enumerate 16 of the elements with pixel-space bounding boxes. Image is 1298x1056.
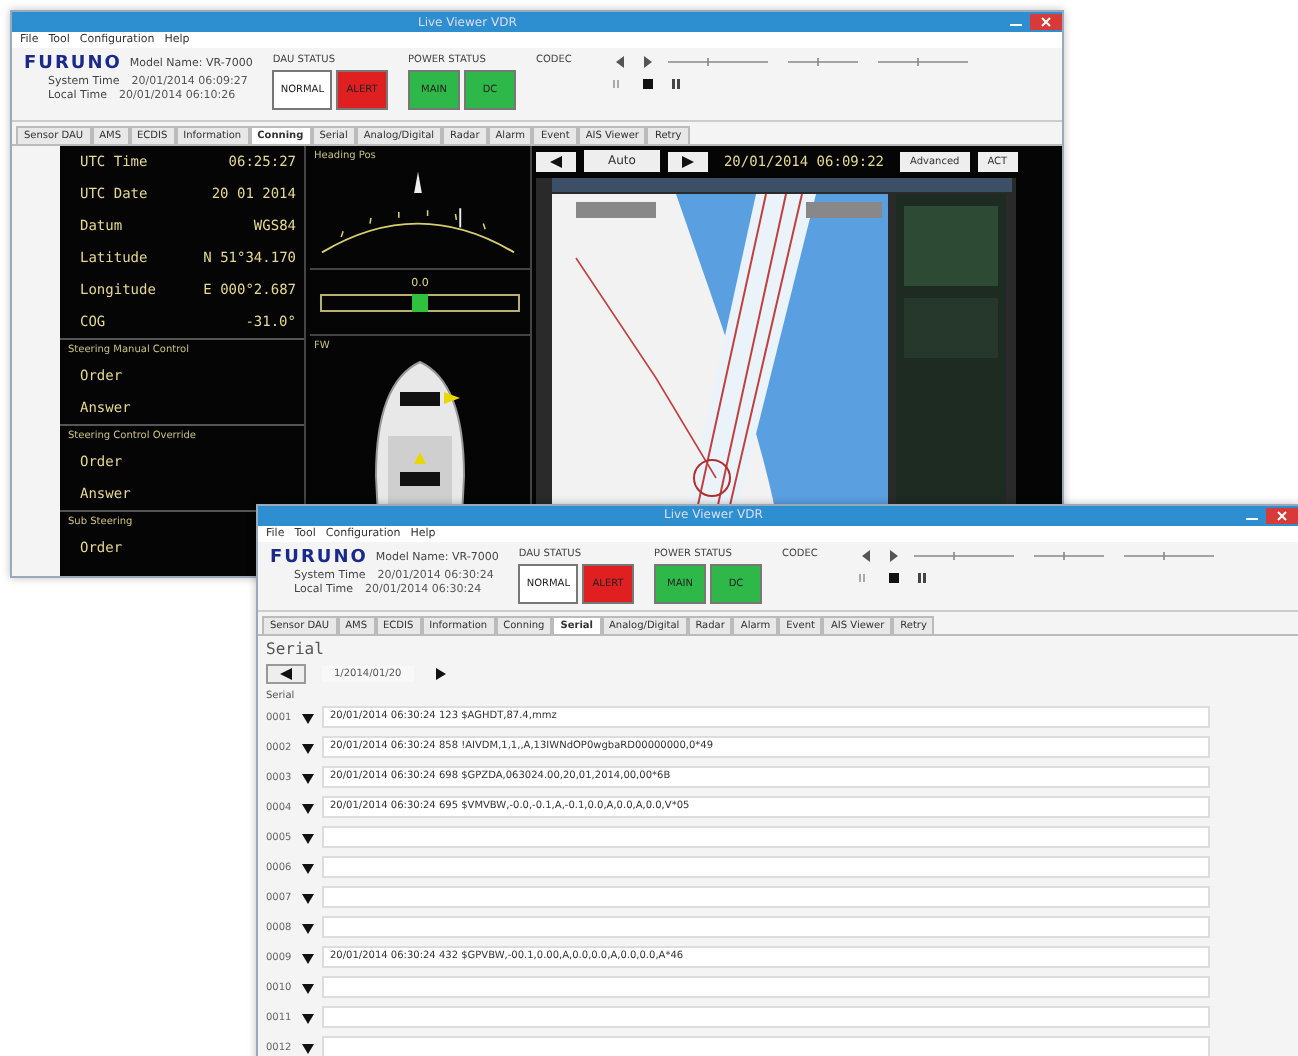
forward-icon[interactable]	[885, 547, 902, 563]
page-heading: Serial	[266, 640, 326, 658]
logo: FURUNO	[270, 547, 368, 567]
forward-icon[interactable]	[639, 54, 656, 70]
rewind-icon[interactable]	[611, 54, 628, 70]
rewind-icon[interactable]	[857, 547, 874, 563]
close-button[interactable]	[1030, 14, 1062, 30]
next-button[interactable]	[667, 151, 708, 171]
pause-icon[interactable]	[913, 569, 930, 585]
stop-icon[interactable]	[885, 569, 902, 585]
previous-button[interactable]	[266, 664, 306, 684]
stop-icon[interactable]	[639, 76, 656, 92]
previous-button[interactable]	[536, 151, 576, 171]
pause-icon[interactable]	[667, 76, 684, 92]
close-button[interactable]	[1266, 507, 1298, 524]
logo: FURUNO	[24, 54, 122, 74]
